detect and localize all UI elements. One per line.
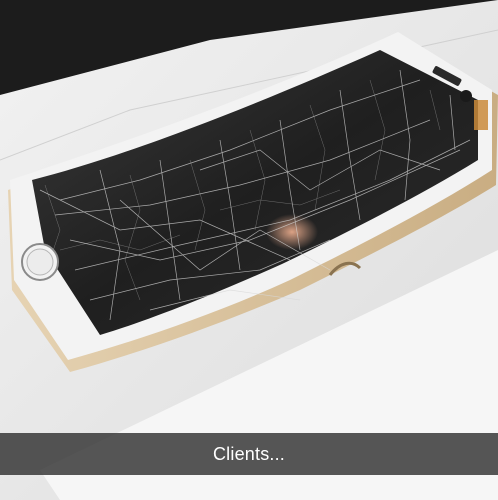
snap-frame: Clients...	[0, 0, 498, 500]
caption-bar: Clients...	[0, 433, 498, 475]
photo	[0, 0, 498, 500]
caption-text: Clients...	[212, 443, 286, 464]
front-camera-icon	[460, 90, 472, 102]
home-button-ring	[26, 248, 54, 276]
orange-flex-cable	[474, 100, 488, 130]
